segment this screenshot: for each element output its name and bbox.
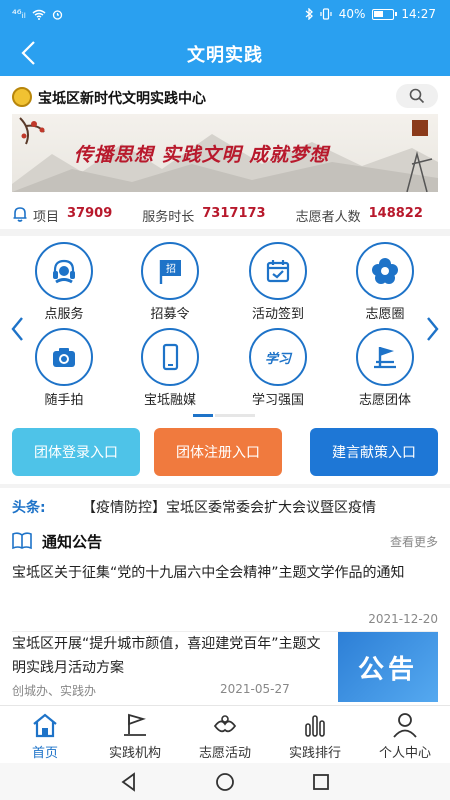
notice-item-date: 2021-05-27	[220, 682, 290, 696]
volunteer-icon	[213, 715, 237, 733]
grid-item-recruit[interactable]: 招 招募令	[118, 242, 222, 322]
bar-chart-icon	[305, 715, 325, 737]
grid-item-xuexi[interactable]: 学习 学习强国	[226, 328, 330, 408]
function-grid: 点服务 招 招募令 活动签到 志愿圈 随手拍 宝坻融媒 学习 学习强国 志愿团体	[0, 236, 450, 408]
stat-label-hours: 服务时长	[142, 210, 195, 225]
notice-item-title: 宝坻区开展“提升城市颜值，喜迎建党百年”主题文明实践月活动方案	[12, 636, 321, 676]
notice-item-title: 宝坻区关于征集“党的十九届六中全会精神”主题文学作品的通知	[12, 565, 405, 581]
banner[interactable]: 传播思想 实践文明 成就梦想	[12, 114, 438, 192]
org-header: 宝坻区新时代文明实践中心	[0, 78, 450, 114]
recents-square-icon[interactable]	[310, 771, 332, 793]
stat-value-volunteers: 148822	[368, 206, 423, 221]
page-dot-active	[193, 414, 213, 417]
calendar-check-icon	[249, 242, 307, 300]
clock: 14:27	[401, 7, 436, 21]
headline-text[interactable]: 【疫情防控】宝坻区委常委会扩大会议暨区疫情	[82, 497, 376, 517]
grid-item-snapshot[interactable]: 随手拍	[12, 328, 116, 408]
wifi-icon	[32, 9, 46, 20]
org-logo-icon	[12, 87, 32, 107]
notice-header: 通知公告 查看更多	[0, 528, 450, 554]
alarm-icon	[52, 9, 62, 20]
grid-item-team[interactable]: 志愿团体	[333, 328, 437, 408]
grid-label: 活动签到	[251, 307, 304, 322]
tab-label: 个人中心	[378, 746, 431, 761]
notice-item-date: 2021-12-20	[368, 612, 438, 626]
grid-item-media[interactable]: 宝坻融媒	[118, 328, 222, 408]
tab-institutions[interactable]: 实践机构	[90, 706, 180, 764]
grid-label: 点服务	[44, 307, 84, 322]
tab-label: 志愿活动	[198, 746, 251, 761]
banner-slogan: 传播思想 实践文明 成就梦想	[74, 144, 330, 166]
status-bar: ⁴⁶ᵢₗ 40% 14:27	[0, 0, 450, 30]
grid-label: 随手拍	[44, 393, 84, 408]
camera-icon	[35, 328, 93, 386]
grid-item-circle[interactable]: 志愿圈	[333, 242, 437, 322]
org-name: 宝坻区新时代文明实践中心	[38, 91, 206, 107]
nav-bar: 文明实践	[0, 30, 450, 76]
xuexi-glyph: 学习	[265, 351, 293, 367]
team-register-button[interactable]: 团体注册入口	[154, 428, 282, 476]
tab-bar: 首页 实践机构 志愿活动 实践排行 个人中心	[0, 705, 450, 763]
stat-value-hours: 7317173	[202, 206, 266, 221]
flag-icon	[124, 713, 146, 736]
grid-label: 招募令	[150, 307, 190, 322]
bell-icon	[13, 207, 27, 222]
suggest-button[interactable]: 建言献策入口	[310, 428, 438, 476]
vibrate-icon	[320, 8, 332, 20]
grid-label: 学习强国	[251, 393, 304, 408]
stats-ticker: 项目 37909 服务时长 7317173 志愿者人数 148822	[0, 201, 450, 229]
signal-icon: ⁴⁶ᵢₗ	[12, 7, 26, 21]
book-icon	[12, 532, 32, 550]
search-button[interactable]	[396, 84, 438, 108]
see-more-link[interactable]: 查看更多	[390, 533, 438, 550]
headline-ticker[interactable]: 头条: 【疫情防控】宝坻区委常委会扩大会议暨区疫情	[0, 494, 450, 520]
notice-item-source: 创城办、实践办	[12, 684, 97, 698]
tab-label: 实践排行	[288, 746, 341, 761]
divider	[0, 484, 450, 488]
tab-activities[interactable]: 志愿活动	[180, 706, 270, 764]
phone-icon	[141, 328, 199, 386]
home-circle-icon[interactable]	[214, 771, 236, 793]
flag-icon: 招	[141, 242, 199, 300]
grid-label: 志愿圈	[365, 307, 405, 322]
headline-tag: 头条:	[12, 500, 46, 516]
seal-stamp	[412, 120, 428, 136]
tab-ranking[interactable]: 实践排行	[270, 706, 360, 764]
divider	[0, 229, 450, 236]
stat-label-projects: 项目	[33, 210, 60, 225]
back-triangle-icon[interactable]	[118, 771, 140, 793]
stat-value-projects: 37909	[67, 206, 113, 221]
search-icon	[409, 88, 425, 104]
team-flag-icon	[356, 328, 414, 386]
tab-label: 首页	[31, 746, 58, 761]
page-indicator	[193, 414, 257, 418]
grid-label: 志愿团体	[358, 393, 411, 408]
tab-profile[interactable]: 个人中心	[360, 706, 450, 764]
team-login-button[interactable]: 团体登录入口	[12, 428, 140, 476]
home-icon	[33, 713, 57, 738]
page-title: 文明实践	[187, 45, 263, 66]
grid-item-checkin[interactable]: 活动签到	[226, 242, 330, 322]
battery-icon	[372, 8, 398, 20]
user-icon	[393, 713, 417, 738]
stat-label-volunteers: 志愿者人数	[295, 210, 361, 225]
flag-glyph: 招	[166, 262, 176, 275]
grid-label: 宝坻融媒	[143, 393, 196, 408]
notice-item[interactable]: 宝坻区开展“提升城市颜值，喜迎建党百年”主题文明实践月活动方案 创城办、实践办 …	[12, 632, 438, 702]
page-dot	[215, 414, 255, 417]
tab-home[interactable]: 首页	[0, 706, 90, 764]
battery-percent: 40%	[338, 7, 366, 21]
headset-icon	[35, 242, 93, 300]
system-nav-bar	[0, 763, 450, 800]
notice-item[interactable]: 宝坻区关于征集“党的十九届六中全会精神”主题文学作品的通知 2021-12-20	[12, 562, 438, 632]
flower-icon	[356, 242, 414, 300]
notice-thumbnail: 公告	[338, 632, 438, 702]
tab-label: 实践机构	[108, 746, 161, 761]
xuexi-icon: 学习	[249, 328, 307, 386]
grid-item-service[interactable]: 点服务	[12, 242, 116, 322]
bluetooth-icon	[305, 8, 313, 20]
notice-title: 通知公告	[42, 533, 103, 551]
